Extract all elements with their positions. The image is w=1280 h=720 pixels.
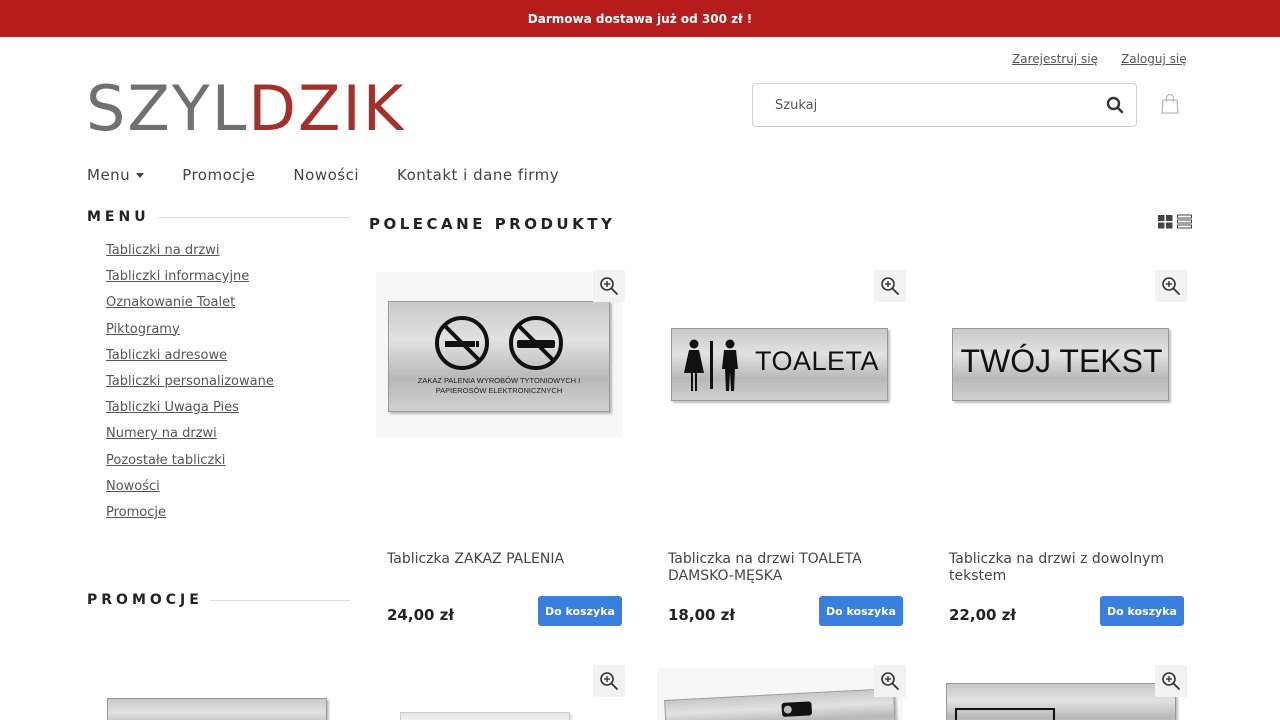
nav-promocje[interactable]: Promocje — [182, 166, 255, 184]
add-to-cart-button[interactable]: Do koszyka — [819, 596, 903, 626]
shopping-bag-icon[interactable] — [1159, 93, 1181, 115]
search-bar — [752, 83, 1137, 127]
sidebar-item-tabliczki-personalizowane[interactable]: Tabliczki personalizowane — [106, 374, 274, 400]
divider — [157, 216, 350, 218]
sidebar-category-list: Tabliczki na drzwi Tabliczki informacyjn… — [106, 243, 274, 531]
login-link[interactable]: Zaloguj się — [1121, 52, 1187, 66]
sidebar-item-numery-na-drzwi[interactable]: Numery na drzwi — [106, 426, 274, 452]
sidebar-menu-title: MENU — [87, 209, 150, 225]
list-view-icon[interactable] — [1177, 214, 1192, 229]
product-name[interactable]: Tabliczka na drzwi TOALETA DAMSKO-MĘSKA — [668, 551, 888, 585]
caret-down-icon — [136, 172, 145, 178]
sidebar-item-tabliczki-informacyjne[interactable]: Tabliczki informacyjne — [106, 269, 274, 295]
sign-text: TOALETA — [755, 346, 880, 376]
sign-text: ZAKAZ PALENIA WYROBÓW TYTONIOWYCH I PAPI… — [417, 376, 581, 395]
promo-product-image[interactable] — [107, 698, 327, 720]
nav-menu-label: Menu — [87, 166, 131, 184]
product-price: 18,00 zł — [668, 606, 735, 624]
add-to-cart-button[interactable]: Do koszyka — [1100, 596, 1184, 626]
promo-banner-text: Darmowa dostawa już od 300 zł ! — [527, 11, 753, 26]
sign-plate: ZAKAZ PALENIA WYROBÓW TYTONIOWYCH I PAPI… — [388, 301, 610, 412]
sidebar-item-promocje[interactable]: Promocje — [106, 505, 274, 531]
sign-plate: TWÓJ TEKST — [952, 328, 1169, 401]
zoom-in-icon[interactable] — [1155, 665, 1187, 697]
nav-nowosci[interactable]: Nowości — [293, 166, 359, 184]
logo-part-1: SZYL — [86, 72, 249, 145]
sidebar-item-pozostale-tabliczki[interactable]: Pozostałe tabliczki — [106, 453, 274, 479]
site-logo[interactable]: SZYLDZIK — [86, 74, 405, 144]
sign-frame — [955, 708, 1055, 720]
no-smoking-icon — [435, 316, 489, 370]
sidebar-item-tabliczki-adresowe[interactable]: Tabliczki adresowe — [106, 348, 274, 374]
nav-kontakt[interactable]: Kontakt i dane firmy — [397, 166, 559, 184]
logo-part-2: DZIK — [248, 72, 406, 145]
divider — [210, 599, 350, 601]
grid-view-icon[interactable] — [1158, 214, 1173, 229]
toilet-pictogram-icon — [684, 339, 738, 391]
product-image[interactable]: TOALETA — [649, 270, 909, 540]
sidebar-item-tabliczki-uwaga-pies[interactable]: Tabliczki Uwaga Pies — [106, 400, 274, 426]
sign-plate — [664, 688, 896, 720]
sign-plate: TOALETA — [671, 328, 888, 401]
sidebar-promo-heading: PROMOCJE — [87, 592, 350, 608]
main-nav: Menu Promocje Nowości Kontakt i dane fir… — [87, 166, 597, 184]
register-link[interactable]: Zarejestruj się — [1012, 52, 1098, 66]
product-image[interactable] — [946, 683, 1176, 720]
search-input[interactable] — [753, 84, 1094, 126]
promo-banner: Darmowa dostawa już od 300 zł ! — [0, 0, 1280, 37]
sidebar-item-tabliczki-na-drzwi[interactable]: Tabliczki na drzwi — [106, 243, 274, 269]
add-to-cart-button[interactable]: Do koszyka — [538, 596, 622, 626]
zoom-in-icon[interactable] — [1155, 270, 1187, 302]
sign-text: TWÓJ TEKST — [960, 343, 1163, 379]
zoom-in-icon[interactable] — [874, 270, 906, 302]
product-name[interactable]: Tabliczka ZAKAZ PALENIA — [387, 551, 607, 568]
zoom-in-icon[interactable] — [874, 665, 906, 697]
nav-menu[interactable]: Menu — [87, 166, 145, 184]
no-vaping-icon — [509, 316, 563, 370]
zoom-in-icon[interactable] — [593, 665, 625, 697]
view-toggle — [1158, 214, 1192, 229]
product-price: 24,00 zł — [387, 606, 454, 624]
search-icon[interactable] — [1094, 84, 1136, 126]
product-image[interactable]: TWÓJ TEKST — [930, 270, 1190, 540]
product-name[interactable]: Tabliczka na drzwi z dowolnym tekstem — [949, 551, 1169, 585]
camera-pictogram-icon — [781, 701, 812, 717]
product-image[interactable]: ZAKAZ PALENIA WYROBÓW TYTONIOWYCH I PAPI… — [368, 270, 628, 540]
zoom-in-icon[interactable] — [593, 270, 625, 302]
product-image[interactable] — [400, 712, 570, 720]
sidebar-item-nowosci[interactable]: Nowości — [106, 479, 274, 505]
sidebar-item-oznakowanie-toalet[interactable]: Oznakowanie Toalet — [106, 295, 274, 321]
product-price: 22,00 zł — [949, 606, 1016, 624]
sidebar-menu-heading: MENU — [87, 209, 350, 225]
sidebar-promo-title: PROMOCJE — [87, 592, 203, 608]
product-image[interactable] — [657, 668, 903, 720]
sidebar-item-piktogramy[interactable]: Piktogramy — [106, 322, 274, 348]
section-title: POLECANE PRODUKTY — [369, 215, 616, 233]
